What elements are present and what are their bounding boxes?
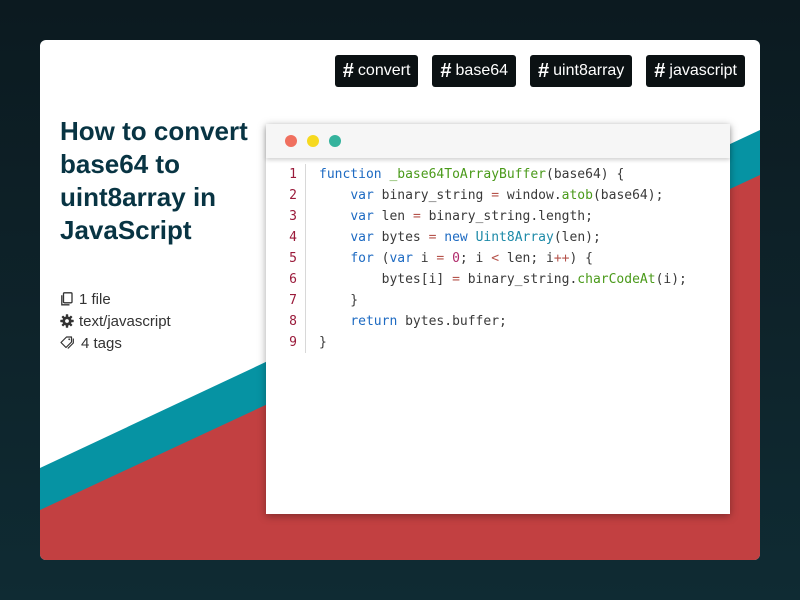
line-number: 9	[266, 332, 306, 353]
code-token: =	[412, 209, 421, 224]
tag-list: # convert # base64 # uint8array # javascript	[334, 55, 745, 87]
code-token: var	[350, 209, 374, 224]
minimize-dot-icon[interactable]	[307, 135, 319, 147]
code-line: 1 function _base64ToArrayBuffer(base64) {	[266, 164, 730, 185]
code-token: charCodeAt	[577, 272, 656, 287]
code-token: bytes.buffer;	[397, 314, 507, 329]
meta-tags: 4 tags	[60, 332, 171, 354]
code-token: for	[350, 251, 374, 266]
code-line: 8 return bytes.buffer;	[266, 311, 730, 332]
code-token: 0	[452, 251, 460, 266]
gear-icon	[60, 314, 74, 328]
line-number: 1	[266, 164, 306, 185]
code-token: i	[412, 251, 437, 266]
tag-base64[interactable]: # base64	[432, 55, 517, 87]
line-number: 3	[266, 206, 306, 227]
code-line: 5 for (var i = 0; i < len; i++) {	[266, 248, 730, 269]
line-number: 5	[266, 248, 306, 269]
code-text: var bytes = new Uint8Array(len);	[306, 227, 601, 248]
code-token: new	[444, 230, 468, 245]
code-text: }	[306, 332, 327, 353]
code-token: =	[491, 188, 500, 203]
tags-icon	[60, 336, 74, 349]
code-window: 1 function _base64ToArrayBuffer(base64) {…	[266, 124, 730, 514]
code-token: }	[319, 335, 327, 350]
snippet-card: # convert # base64 # uint8array # javascript…	[40, 40, 760, 560]
code-text: for (var i = 0; i < len; i++) {	[306, 248, 593, 269]
code-line: 6 bytes[i] = binary_string.charCodeAt(i)…	[266, 269, 730, 290]
line-number: 4	[266, 227, 306, 248]
code-token: bytes	[373, 230, 429, 245]
code-text: var len = binary_string.length;	[306, 206, 593, 227]
code-line: 7 }	[266, 290, 730, 311]
code-text: bytes[i] = binary_string.charCodeAt(i);	[306, 269, 687, 290]
tag-javascript[interactable]: # javascript	[646, 55, 745, 87]
hash-icon: #	[654, 60, 666, 82]
code-token: ; i	[459, 251, 492, 266]
code-token: (len);	[553, 230, 601, 245]
code-token: return	[350, 314, 398, 329]
code-token: }	[319, 293, 359, 308]
meta-files: 1 file	[60, 288, 171, 310]
code-line: 3 var len = binary_string.length;	[266, 206, 730, 227]
code-token: <	[491, 251, 500, 266]
code-text: function _base64ToArrayBuffer(base64) {	[306, 164, 624, 185]
code-text: return bytes.buffer;	[306, 311, 507, 332]
line-number: 2	[266, 185, 306, 206]
code-line: 4 var bytes = new Uint8Array(len);	[266, 227, 730, 248]
line-number: 6	[266, 269, 306, 290]
code-line: 2 var binary_string = window.atob(base64…	[266, 185, 730, 206]
page-title: How to convert base64 to uint8array in J…	[60, 116, 248, 245]
code-token: var	[350, 230, 374, 245]
window-titlebar	[266, 124, 730, 158]
code-text: var binary_string = window.atob(base64);	[306, 185, 663, 206]
code-token: window.	[499, 188, 562, 203]
code-token: function	[319, 167, 382, 182]
code-token: bytes[i]	[319, 272, 453, 287]
maximize-dot-icon[interactable]	[329, 135, 341, 147]
code-token: _base64ToArrayBuffer	[389, 167, 546, 182]
code-token: (base64);	[592, 188, 664, 203]
code-token: ) {	[569, 251, 593, 266]
code-token: var	[350, 188, 374, 203]
hash-icon: #	[440, 60, 452, 82]
code-token: len	[373, 209, 413, 224]
code-token: Uint8Array	[475, 230, 554, 245]
snippet-meta: 1 file text/javascript 4 tags	[60, 288, 171, 354]
code-token: binary_string.	[459, 272, 578, 287]
code-token: ++	[553, 251, 570, 266]
line-number: 7	[266, 290, 306, 311]
file-icon	[61, 292, 73, 306]
code-token: binary_string	[373, 188, 492, 203]
hash-icon: #	[538, 60, 550, 82]
code-text: }	[306, 290, 358, 311]
code-token: (i);	[655, 272, 687, 287]
code-token: var	[389, 251, 413, 266]
code-block: 1 function _base64ToArrayBuffer(base64) {…	[266, 158, 730, 353]
code-token: len; i	[499, 251, 554, 266]
tag-convert[interactable]: # convert	[334, 55, 419, 87]
tag-uint8array[interactable]: # uint8array	[530, 55, 633, 87]
hash-icon: #	[342, 60, 354, 82]
close-dot-icon[interactable]	[285, 135, 297, 147]
code-token: =	[452, 272, 460, 287]
meta-language: text/javascript	[60, 310, 171, 332]
code-token: (base64) {	[546, 167, 625, 182]
code-token: atob	[561, 188, 593, 203]
code-token: binary_string.length;	[420, 209, 593, 224]
code-line: 9}	[266, 332, 730, 353]
line-number: 8	[266, 311, 306, 332]
code-token: (	[373, 251, 390, 266]
